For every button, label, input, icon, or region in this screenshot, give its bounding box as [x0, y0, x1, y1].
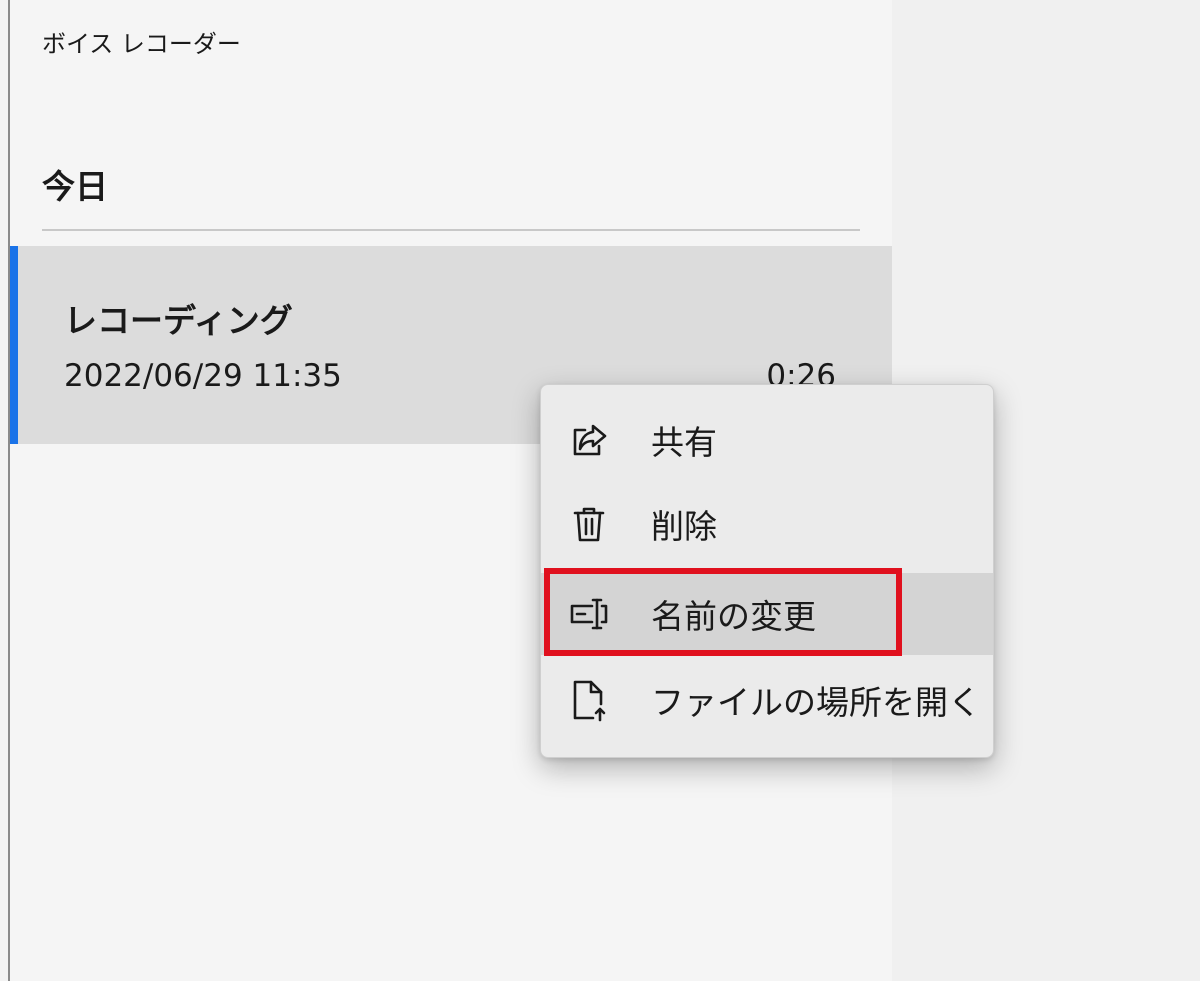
- context-menu: 共有 削除 名前の変更 ファイルの場所を開く: [540, 384, 994, 758]
- menu-item-share[interactable]: 共有: [541, 399, 993, 481]
- menu-item-label: 削除: [651, 507, 717, 546]
- open-file-location-icon: [567, 678, 611, 722]
- section-divider: [42, 229, 860, 231]
- menu-item-label: ファイルの場所を開く: [651, 683, 981, 722]
- selection-indicator: [10, 246, 18, 444]
- app-title: ボイス レコーダー: [42, 30, 241, 58]
- recording-name: レコーディング: [64, 301, 293, 340]
- rename-icon: [567, 592, 611, 636]
- recording-datetime: 2022/06/29 11:35: [64, 358, 342, 394]
- trash-icon: [567, 502, 611, 546]
- share-icon: [567, 418, 611, 462]
- section-heading-today: 今日: [42, 167, 108, 206]
- voice-recorder-window: ボイス レコーダー 今日 レコーディング 2022/06/29 11:35 0:…: [0, 0, 1200, 981]
- menu-item-rename[interactable]: 名前の変更: [541, 573, 993, 655]
- menu-item-label: 名前の変更: [651, 597, 816, 636]
- menu-item-open-file-location[interactable]: ファイルの場所を開く: [541, 659, 993, 741]
- menu-item-label: 共有: [651, 423, 717, 462]
- menu-item-delete[interactable]: 削除: [541, 483, 993, 565]
